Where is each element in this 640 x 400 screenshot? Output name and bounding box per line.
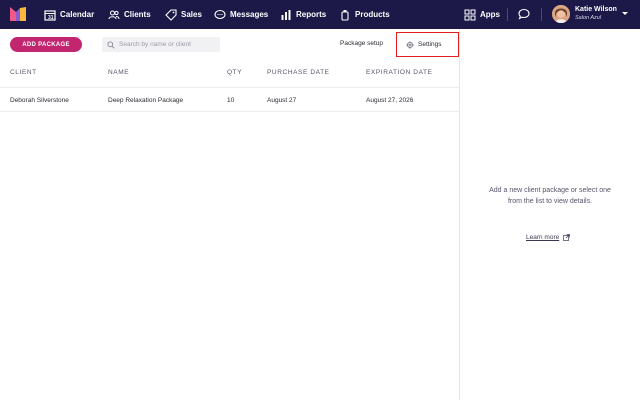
nav-apps-label: Apps	[480, 10, 500, 19]
nav-sales[interactable]: Sales	[165, 0, 202, 29]
clients-icon	[108, 9, 120, 19]
empty-state-message: Add a new client package or select one f…	[489, 187, 611, 205]
apps-grid-icon	[464, 9, 476, 20]
package-setup-link[interactable]: Package setup	[340, 40, 383, 47]
nav-apps[interactable]: Apps	[464, 0, 500, 29]
messages-icon	[214, 9, 226, 19]
nav-products[interactable]: Products	[339, 0, 390, 29]
calendar-icon: 31	[44, 9, 56, 21]
chevron-down-icon[interactable]	[622, 12, 628, 15]
nav-messages-label: Messages	[230, 10, 269, 19]
nav-clients-label: Clients	[124, 10, 151, 19]
cell-expiration-date: August 27, 2026	[366, 97, 414, 104]
packages-list-panel: ADD PACKAGE Package setup Settings CLIEN…	[0, 29, 460, 400]
products-icon	[341, 9, 349, 21]
gear-icon	[406, 40, 414, 49]
column-header-expiration-date[interactable]: EXPIRATION DATE	[366, 69, 433, 76]
table-header: CLIENT NAME QTY PURCHASE DATE EXPIRATION…	[0, 67, 459, 83]
nav-divider	[541, 8, 542, 21]
column-header-qty[interactable]: QTY	[227, 69, 242, 76]
cell-package-name: Deep Relaxation Package	[108, 97, 184, 104]
svg-text:31: 31	[48, 15, 54, 21]
nav-sales-label: Sales	[181, 10, 202, 19]
column-header-purchase-date[interactable]: PURCHASE DATE	[267, 69, 330, 76]
tag-icon	[165, 8, 177, 21]
search-icon	[107, 40, 115, 49]
chart-icon	[281, 9, 291, 20]
package-detail-panel: Add a new client package or select one f…	[461, 29, 640, 400]
cell-client: Deborah Silverstone	[10, 97, 69, 104]
nav-reports[interactable]: Reports	[280, 0, 326, 29]
column-header-name[interactable]: NAME	[108, 69, 129, 76]
avatar-portrait-icon	[552, 5, 570, 23]
nav-products-label: Products	[355, 10, 390, 19]
nav-messages[interactable]: Messages	[214, 0, 268, 29]
top-navigation-bar: 31 Calendar Clients Sales Messages Repor…	[0, 0, 640, 29]
user-salon: Salon Azul	[575, 15, 602, 21]
nav-clients[interactable]: Clients	[108, 0, 151, 29]
add-package-button[interactable]: ADD PACKAGE	[10, 37, 82, 52]
brand-logo-icon[interactable]	[10, 7, 26, 21]
settings-label: Settings	[418, 41, 442, 48]
column-header-client[interactable]: CLIENT	[10, 69, 37, 76]
nav-reports-label: Reports	[296, 10, 327, 19]
settings-button[interactable]: Settings	[396, 32, 459, 57]
nav-divider	[507, 8, 508, 21]
chat-icon[interactable]	[518, 8, 530, 20]
nav-calendar[interactable]: 31 Calendar	[44, 0, 94, 29]
cell-qty: 10	[227, 97, 235, 104]
learn-more-link[interactable]: Learn more	[526, 234, 571, 241]
table-row[interactable]: Deborah Silverstone Deep Relaxation Pack…	[0, 87, 459, 112]
cell-purchase-date: August 27	[267, 97, 297, 104]
search-box[interactable]	[102, 37, 220, 52]
external-link-icon	[563, 234, 571, 241]
nav-calendar-label: Calendar	[60, 10, 95, 19]
avatar[interactable]	[552, 5, 570, 23]
learn-more-label: Learn more	[526, 234, 560, 241]
user-name[interactable]: Katie Wilson	[575, 6, 617, 13]
search-input[interactable]	[119, 41, 219, 48]
